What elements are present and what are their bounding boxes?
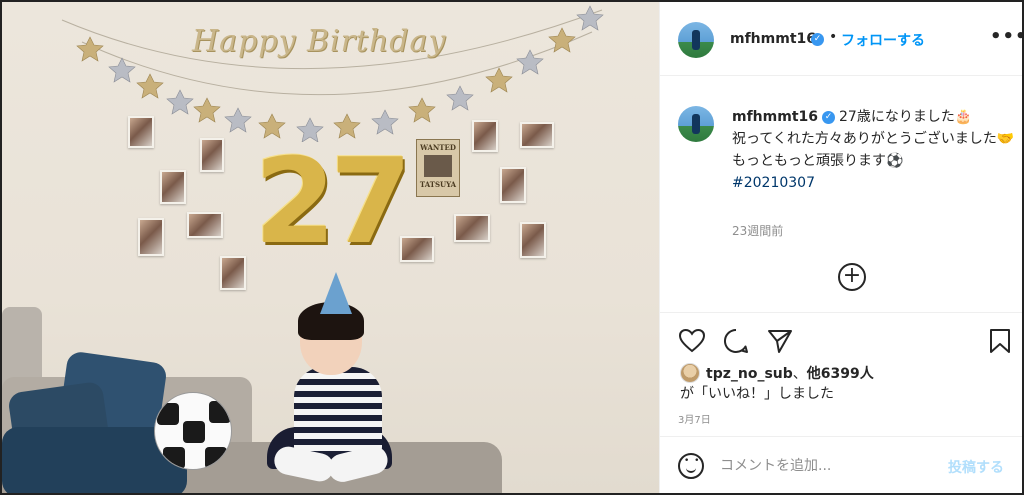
- balloon-digit-7: 7: [330, 132, 413, 270]
- snapshot-photo: [500, 167, 526, 203]
- wanted-poster: WANTED TATSUYA: [416, 139, 460, 197]
- caption-line: 27歳になりました🎂: [839, 109, 973, 125]
- post-panel: mfhmmt16 ✓ • フォローする ••• mfhmmt16 ✓ 27歳になりま…: [659, 2, 1022, 493]
- snapshot-photo: [520, 222, 546, 258]
- wanted-title: WANTED: [420, 143, 456, 152]
- soccer-ball: [154, 392, 232, 470]
- caption-text: mfhmmt16 ✓ 27歳になりました🎂 祝ってくれた方々ありがとうございました🤝…: [732, 106, 1017, 194]
- post-comment-button[interactable]: 投稿する: [948, 457, 1004, 477]
- actions-section: tpz_no_sub、他6399人 が「いいね！」しました 3月7日: [660, 312, 1022, 436]
- likes-summary: tpz_no_sub、他6399人: [706, 366, 874, 382]
- wanted-caption: TATSUYA: [419, 180, 457, 189]
- caption-username-link[interactable]: mfhmmt16: [732, 109, 818, 125]
- snapshot-photo: [138, 218, 164, 256]
- comment-bar: 投稿する: [660, 436, 1022, 493]
- post-frame: Happy Birthday WANTED TATSUYA 2 7 mfhmmt…: [0, 0, 1024, 495]
- snapshot-photo: [472, 120, 498, 152]
- party-hat: [320, 272, 352, 314]
- caption-line: 祝ってくれた方々ありがとうございました🤝: [732, 131, 1015, 147]
- more-options-icon[interactable]: •••: [990, 26, 1022, 47]
- snapshot-photo: [160, 170, 186, 204]
- comment-icon[interactable]: [722, 327, 750, 355]
- load-more-comments-icon[interactable]: +: [838, 263, 866, 291]
- snapshot-photo: [454, 214, 490, 242]
- separator-dot: •: [829, 29, 838, 45]
- follow-button[interactable]: フォローする: [841, 30, 925, 50]
- avatar[interactable]: [678, 22, 714, 58]
- liker-avatar[interactable]: [680, 363, 700, 383]
- happy-birthday-banner: Happy Birthday: [192, 24, 447, 59]
- heart-icon[interactable]: [678, 327, 706, 355]
- snapshot-photo: [128, 116, 154, 148]
- snapshot-photo: [187, 212, 223, 238]
- post-photo[interactable]: Happy Birthday WANTED TATSUYA 2 7: [2, 2, 659, 493]
- liker-username-link[interactable]: tpz_no_sub: [706, 366, 793, 382]
- star-garland: [61, 5, 604, 142]
- caption-line: もっともっと頑張ります⚽: [732, 153, 904, 169]
- bookmark-icon[interactable]: [986, 327, 1014, 355]
- share-icon[interactable]: [766, 327, 794, 355]
- caption-section: mfhmmt16 ✓ 27歳になりました🎂 祝ってくれた方々ありがとうございました🤝…: [660, 76, 1022, 312]
- post-date: 3月7日: [678, 415, 711, 426]
- post-header: mfhmmt16 ✓ • フォローする •••: [660, 2, 1022, 76]
- hashtag-link[interactable]: #20210307: [732, 172, 1017, 194]
- verified-badge-icon: ✓: [822, 110, 835, 124]
- balloon-digit-2: 2: [254, 132, 337, 270]
- comment-input[interactable]: [720, 453, 930, 479]
- username-link[interactable]: mfhmmt16: [730, 31, 816, 47]
- snapshot-photo: [200, 138, 224, 172]
- likes-suffix: が「いいね！」しました: [680, 386, 834, 402]
- other-likers-link[interactable]: 他6399人: [807, 366, 874, 382]
- time-ago: 23週間前: [732, 224, 784, 238]
- baby-body: [294, 367, 382, 457]
- avatar[interactable]: [678, 106, 714, 142]
- snapshot-photo: [220, 256, 246, 290]
- snapshot-photo: [520, 122, 554, 148]
- emoji-icon[interactable]: [678, 453, 704, 479]
- verified-badge-icon: ✓: [811, 33, 824, 46]
